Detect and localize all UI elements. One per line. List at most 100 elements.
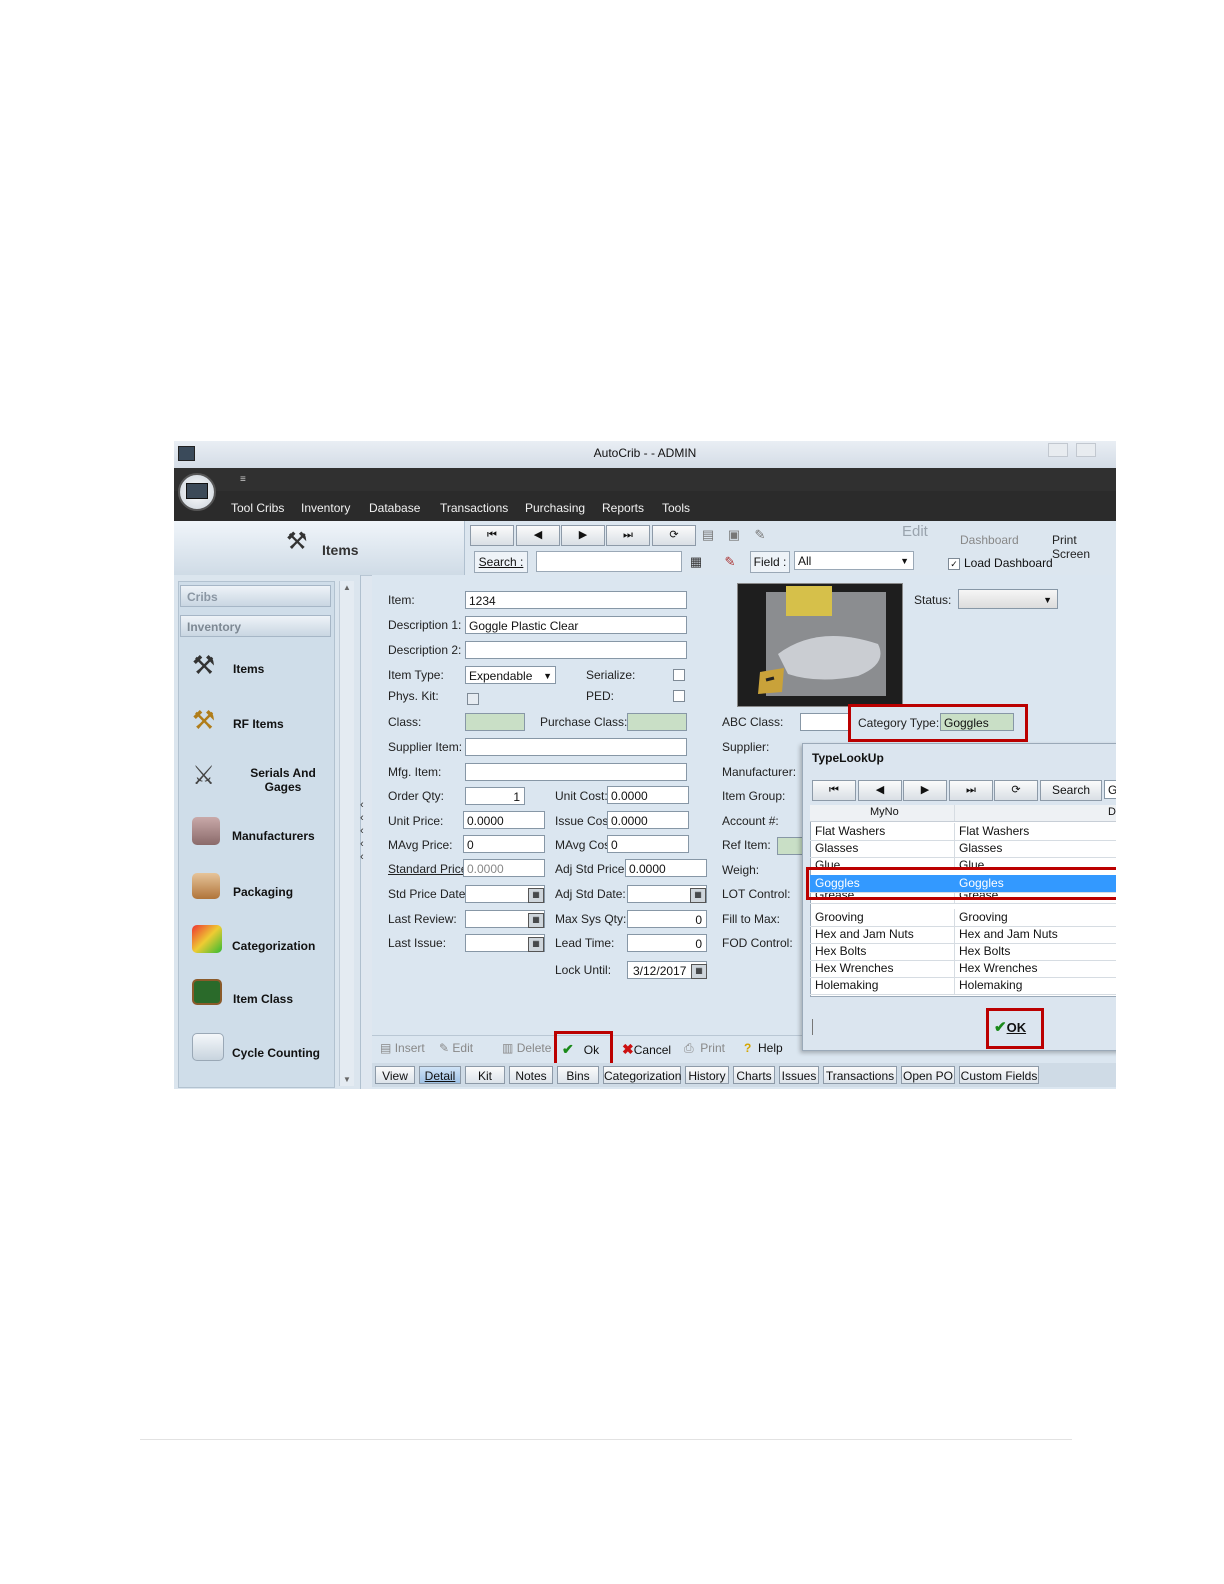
tab-view[interactable]: View xyxy=(375,1066,415,1084)
table-row[interactable]: Grooving Grooving xyxy=(810,909,1116,927)
tab-custom-fields[interactable]: Custom Fields xyxy=(959,1066,1039,1084)
sidebar-scrollbar[interactable]: ▲ ▼ xyxy=(339,581,354,1086)
table-row[interactable]: Hex Bolts Hex Bolts xyxy=(810,943,1116,961)
calendar-icon[interactable]: ▦ xyxy=(690,888,706,903)
quick-access-dropdown[interactable]: ≡ xyxy=(240,474,246,485)
unit-cost-input[interactable]: 0.0000 xyxy=(607,786,689,804)
purchase-class-input[interactable] xyxy=(627,713,687,731)
search-input[interactable] xyxy=(536,551,682,572)
collapse-sidebar-button[interactable]: ‹ ‹ ‹ ‹ ‹ xyxy=(360,799,372,864)
menu-reports[interactable]: Reports xyxy=(602,501,644,515)
class-input[interactable] xyxy=(465,713,525,731)
last-record-button[interactable]: ⏭ xyxy=(606,525,650,546)
first-record-button[interactable]: ⏮ xyxy=(470,525,514,546)
item-input[interactable]: 1234 xyxy=(465,591,687,609)
mavg-price-input[interactable]: 0 xyxy=(463,835,545,853)
search-button[interactable]: Search : xyxy=(474,551,528,573)
serialize-checkbox[interactable] xyxy=(673,669,685,681)
image-icon[interactable]: ▣ xyxy=(726,527,742,543)
menu-inventory[interactable]: Inventory xyxy=(301,501,350,515)
issue-cost-input[interactable]: 0.0000 xyxy=(607,811,689,829)
menu-tools[interactable]: Tools xyxy=(662,501,690,515)
tab-open-po[interactable]: Open PO xyxy=(901,1066,955,1084)
tab-transactions[interactable]: Transactions xyxy=(823,1066,897,1084)
adj-std-price-input[interactable]: 0.0000 xyxy=(625,859,707,877)
dialog-ok-button[interactable]: ✔OK xyxy=(994,1018,1026,1036)
delete-button[interactable]: ▥ Delete xyxy=(502,1041,551,1055)
tab-detail[interactable]: Detail xyxy=(419,1066,461,1084)
description2-input[interactable] xyxy=(465,641,687,659)
menu-purchasing[interactable]: Purchasing xyxy=(525,501,585,515)
sidebar-item-rf-items[interactable]: ⚒ RF Items xyxy=(192,699,342,749)
tab-kit[interactable]: Kit xyxy=(465,1066,505,1084)
lead-time-input[interactable]: 0 xyxy=(627,934,707,952)
item-type-select[interactable]: Expendable ▼ xyxy=(465,666,556,684)
insert-button[interactable]: ▤ Insert xyxy=(380,1041,425,1055)
help-button[interactable]: ? Help xyxy=(744,1041,783,1055)
print-screen-button[interactable]: Print Screen xyxy=(1052,533,1116,561)
calendar-icon[interactable]: ▦ xyxy=(528,913,544,928)
lookup-prev-button[interactable]: ◀ xyxy=(858,780,902,801)
sidebar-tab-cribs[interactable]: Cribs xyxy=(180,585,331,607)
description1-input[interactable]: Goggle Plastic Clear xyxy=(465,616,687,634)
clear-brush-icon[interactable]: ✎ xyxy=(722,554,738,570)
unit-price-input[interactable]: 0.0000 xyxy=(463,811,545,829)
lookup-last-button[interactable]: ⏭ xyxy=(949,780,993,801)
sidebar-tab-inventory[interactable]: Inventory xyxy=(180,615,331,637)
table-row[interactable]: Hex and Jam Nuts Hex and Jam Nuts xyxy=(810,926,1116,944)
category-type-input[interactable]: Goggles xyxy=(940,713,1014,731)
brush-icon[interactable]: ✎ xyxy=(752,527,768,543)
calendar-icon[interactable]: ▦ xyxy=(528,937,544,952)
next-record-button[interactable]: ▶ xyxy=(561,525,605,546)
sidebar-item-cycle-counting[interactable]: Cycle Counting xyxy=(192,1027,342,1077)
print-button[interactable]: ⎙ Print xyxy=(684,1041,725,1056)
sidebar-item-packaging[interactable]: Packaging xyxy=(192,864,342,914)
menu-database[interactable]: Database xyxy=(369,501,420,515)
sidebar-item-item-class[interactable]: Item Class xyxy=(192,973,342,1023)
tab-history[interactable]: History xyxy=(685,1066,729,1084)
tab-notes[interactable]: Notes xyxy=(509,1066,553,1084)
column-header-myno[interactable]: MyNo xyxy=(870,806,899,818)
standard-price-link[interactable]: Standard Price: xyxy=(388,862,471,876)
cancel-button[interactable]: ✖Cancel xyxy=(622,1041,671,1058)
supplier-item-input[interactable] xyxy=(465,738,687,756)
edit-button[interactable]: ✎ Edit xyxy=(439,1041,473,1055)
calendar-icon[interactable]: ▦ xyxy=(691,964,707,979)
sidebar-item-manufacturers[interactable]: Manufacturers xyxy=(192,809,342,859)
maximize-button[interactable] xyxy=(1076,443,1096,457)
tab-bins[interactable]: Bins xyxy=(557,1066,599,1084)
lookup-search-input[interactable]: G xyxy=(1104,780,1116,799)
standard-price-input[interactable]: 0.0000 xyxy=(463,859,545,877)
mfg-item-input[interactable] xyxy=(465,763,687,781)
menu-tool-cribs[interactable]: Tool Cribs xyxy=(231,501,284,515)
field-select[interactable]: All ▼ xyxy=(794,551,914,570)
sidebar-item-serials-and-gages[interactable]: ⚔ Serials And Gages xyxy=(192,754,342,804)
tab-issues[interactable]: Issues xyxy=(779,1066,819,1084)
scroll-up-icon[interactable]: ▲ xyxy=(343,583,351,592)
tab-categorization[interactable]: Categorization xyxy=(603,1066,681,1084)
scroll-down-icon[interactable]: ▼ xyxy=(343,1075,351,1084)
abc-class-input[interactable] xyxy=(800,713,850,731)
camera-icon[interactable]: ▦ xyxy=(688,554,704,570)
dashboard-button[interactable]: Dashboard xyxy=(960,533,1019,547)
table-row[interactable]: Glasses Glasses xyxy=(810,840,1116,858)
order-qty-input[interactable]: 1 xyxy=(465,787,525,805)
load-dashboard-checkbox[interactable]: ✓ xyxy=(948,558,960,570)
export-icon[interactable]: ▤ xyxy=(700,527,716,543)
calendar-icon[interactable]: ▦ xyxy=(528,888,544,903)
lookup-search-button[interactable]: Search xyxy=(1040,780,1102,801)
prev-record-button[interactable]: ◀ xyxy=(516,525,560,546)
sidebar-item-items[interactable]: ⚒ Items xyxy=(192,644,342,694)
ok-button[interactable]: ✔ Ok xyxy=(562,1041,599,1058)
table-row[interactable]: Hex Wrenches Hex Wrenches xyxy=(810,960,1116,978)
sidebar-item-categorization[interactable]: Categorization xyxy=(192,919,342,969)
lookup-next-button[interactable]: ▶ xyxy=(903,780,947,801)
ped-checkbox[interactable] xyxy=(673,690,685,702)
phys-kit-checkbox[interactable] xyxy=(467,693,479,705)
refresh-button[interactable]: ⟳ xyxy=(652,525,696,546)
max-sys-qty-input[interactable]: 0 xyxy=(627,910,707,928)
table-row[interactable]: Flat Washers Flat Washers xyxy=(810,823,1116,841)
status-select[interactable]: ▼ xyxy=(958,589,1058,609)
minimize-button[interactable] xyxy=(1048,443,1068,457)
tab-charts[interactable]: Charts xyxy=(733,1066,775,1084)
